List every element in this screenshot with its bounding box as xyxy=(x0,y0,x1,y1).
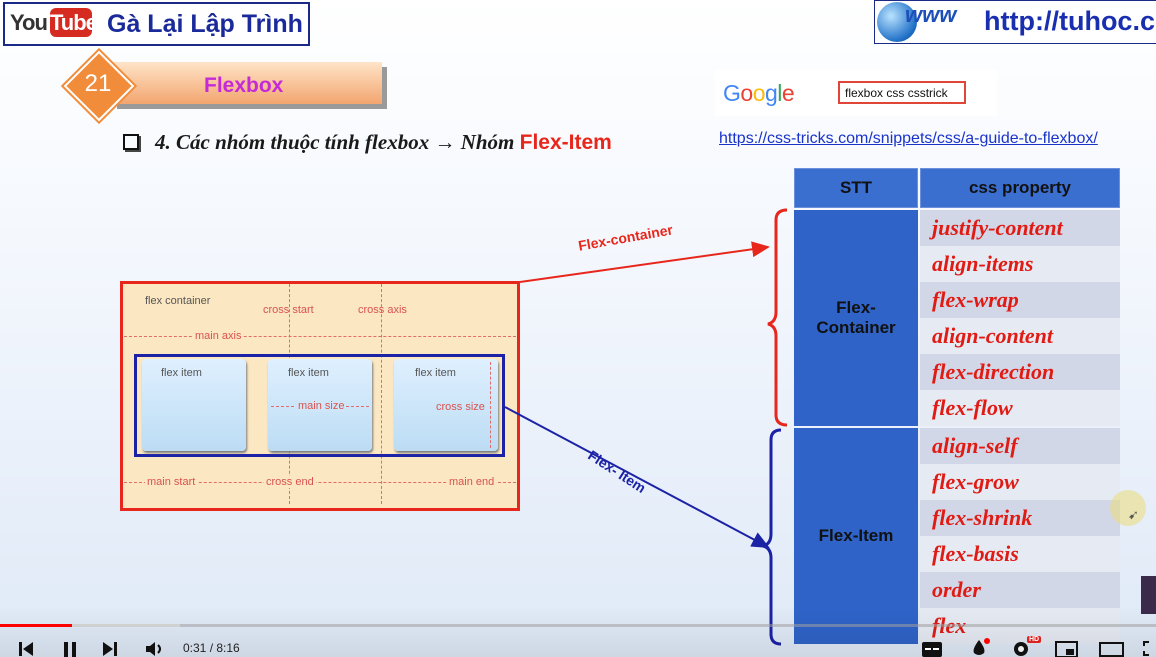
table-header-stt: STT xyxy=(794,168,918,208)
previous-icon[interactable] xyxy=(16,640,36,657)
property-row: justify-content xyxy=(920,210,1120,246)
property-row: flex-shrink xyxy=(920,500,1120,536)
progress-played xyxy=(0,624,73,627)
property-row: flex-basis xyxy=(920,536,1120,572)
volume-icon[interactable] xyxy=(144,640,168,657)
miniplayer-icon[interactable] xyxy=(1055,641,1079,657)
container-brace xyxy=(767,208,788,427)
property-row: flex-direction xyxy=(920,354,1120,390)
property-row: flex-wrap xyxy=(920,282,1120,318)
group-label-line1: Flex-Item xyxy=(818,526,894,545)
mouse-pointer-icon: ➹ xyxy=(1128,507,1139,522)
property-row: order xyxy=(920,572,1120,608)
theater-mode-icon[interactable] xyxy=(1099,641,1125,657)
group-label-line1: Flex- xyxy=(836,298,876,317)
property-row: align-items xyxy=(920,246,1120,282)
property-row: flex-grow xyxy=(920,464,1120,500)
fullscreen-icon[interactable] xyxy=(1142,640,1156,657)
property-row: flex-flow xyxy=(920,390,1120,426)
group-label-line2: Container xyxy=(816,318,896,337)
subtitles-icon[interactable] xyxy=(921,641,943,657)
hd-badge: HD xyxy=(1027,636,1042,643)
property-row: align-self xyxy=(920,428,1120,464)
autoplay-icon[interactable] xyxy=(968,638,990,657)
container-arrow xyxy=(519,241,770,283)
time-display: 0:31 / 8:16 xyxy=(183,641,240,655)
table-header-property: css property xyxy=(920,168,1120,208)
group-flex-container: Flex- Container xyxy=(794,210,918,426)
property-row: align-content xyxy=(920,318,1120,354)
next-icon[interactable] xyxy=(100,640,120,657)
pause-icon[interactable] xyxy=(60,640,80,657)
